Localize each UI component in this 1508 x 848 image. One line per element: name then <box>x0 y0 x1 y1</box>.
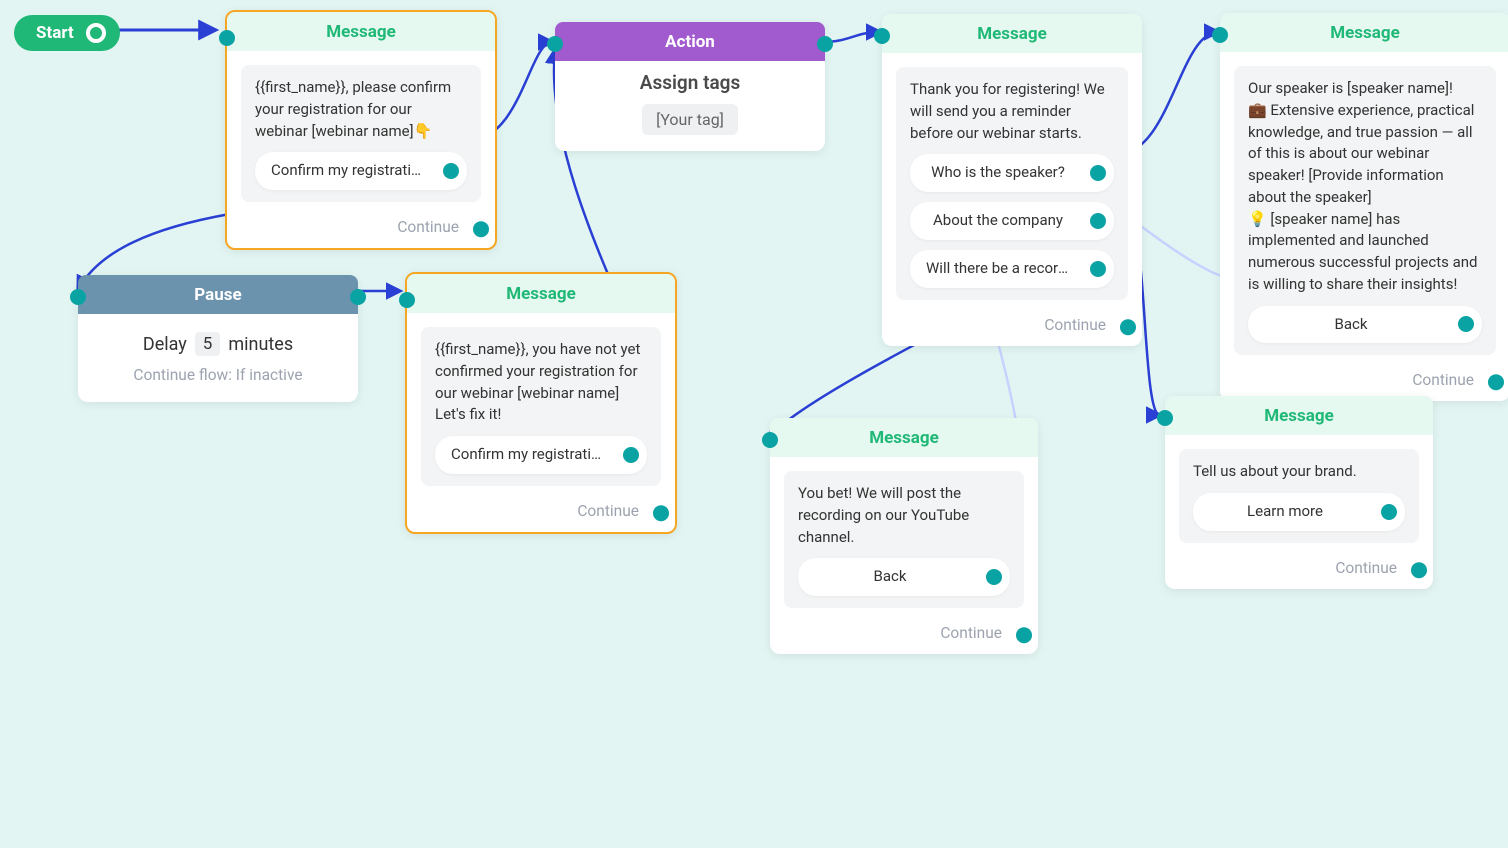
quick-reply-label: Learn more <box>1247 502 1323 520</box>
pause-condition: Continue flow: If inactive <box>88 366 348 384</box>
quick-reply-label: Back <box>874 567 907 585</box>
input-port[interactable] <box>547 36 563 52</box>
message-node-recording[interactable]: Message You bet! We will post the record… <box>770 418 1038 654</box>
quick-reply-back[interactable]: Back <box>1248 306 1482 344</box>
quick-reply-label: Will there be a recording? <box>926 259 1094 277</box>
continue-branch[interactable]: Continue <box>770 618 1030 654</box>
message-text: {{first_name}}, please confirm your regi… <box>255 77 467 142</box>
continue-branch[interactable]: Continue <box>407 496 667 532</box>
output-port[interactable] <box>473 221 489 237</box>
tag-chip[interactable]: [Your tag] <box>642 104 738 135</box>
node-header: Action <box>555 22 825 61</box>
quick-reply-label: Confirm my registration ... <box>451 445 623 463</box>
output-port[interactable] <box>653 505 669 521</box>
message-text: Thank you for registering! We will send … <box>910 79 1114 144</box>
node-header: Message <box>407 274 675 313</box>
quick-reply-label: Confirm my registration ... <box>271 161 443 179</box>
input-port[interactable] <box>762 432 778 448</box>
pause-node[interactable]: Pause Delay 5 minutes Continue flow: If … <box>78 275 358 402</box>
output-port[interactable] <box>817 36 833 52</box>
message-node-confirm[interactable]: Message {{first_name}}, please confirm y… <box>225 10 497 250</box>
output-port[interactable] <box>1090 213 1106 229</box>
message-text: Tell us about your brand. <box>1193 461 1405 483</box>
delay-value[interactable]: 5 <box>195 332 221 356</box>
message-text: You bet! We will post the recording on o… <box>798 483 1010 548</box>
node-header: Message <box>1220 13 1508 52</box>
continue-branch[interactable]: Continue <box>227 212 487 248</box>
input-port[interactable] <box>70 289 86 305</box>
node-header: Message <box>770 418 1038 457</box>
message-node-reminder[interactable]: Message {{first_name}}, you have not yet… <box>405 272 677 534</box>
node-header: Pause <box>78 275 358 314</box>
delay-word: Delay <box>143 334 187 355</box>
node-header: Message <box>882 14 1142 53</box>
quick-reply-speaker[interactable]: Who is the speaker? <box>910 154 1114 192</box>
continue-branch[interactable]: Continue <box>882 310 1134 346</box>
message-node-speaker[interactable]: Message Our speaker is [speaker name]! 💼… <box>1220 13 1508 401</box>
output-port[interactable] <box>1120 319 1136 335</box>
output-port[interactable] <box>1488 374 1504 390</box>
continue-label: Continue <box>1044 316 1106 334</box>
start-label: Start <box>36 23 74 43</box>
quick-reply-label: Back <box>1335 315 1368 333</box>
node-header: Message <box>1165 396 1433 435</box>
output-port[interactable] <box>1016 627 1032 643</box>
start-output-port[interactable] <box>86 23 106 43</box>
output-port[interactable] <box>1458 316 1474 332</box>
continue-branch[interactable]: Continue <box>1165 553 1425 589</box>
output-port[interactable] <box>443 163 459 179</box>
continue-label: Continue <box>940 624 1002 642</box>
quick-reply-learn-more[interactable]: Learn more <box>1193 493 1405 531</box>
input-port[interactable] <box>874 28 890 44</box>
output-port[interactable] <box>1090 165 1106 181</box>
node-header: Message <box>227 12 495 51</box>
quick-reply-label: Who is the speaker? <box>931 163 1065 181</box>
input-port[interactable] <box>219 30 235 46</box>
quick-reply-confirm[interactable]: Confirm my registration ... <box>435 436 647 474</box>
quick-reply-confirm[interactable]: Confirm my registration ... <box>255 152 467 190</box>
start-node[interactable]: Start <box>14 15 120 51</box>
quick-reply-back[interactable]: Back <box>798 558 1010 596</box>
output-port[interactable] <box>350 289 366 305</box>
output-port[interactable] <box>1411 562 1427 578</box>
message-text: Our speaker is [speaker name]! 💼 Extensi… <box>1248 78 1482 296</box>
message-node-thanks[interactable]: Message Thank you for registering! We wi… <box>882 14 1142 346</box>
action-title: Assign tags <box>555 71 825 94</box>
message-text: {{first_name}}, you have not yet confirm… <box>435 339 647 426</box>
delay-unit: minutes <box>228 334 293 355</box>
quick-reply-recording[interactable]: Will there be a recording? <box>910 250 1114 288</box>
input-port[interactable] <box>1212 27 1228 43</box>
continue-label: Continue <box>1412 371 1474 389</box>
quick-reply-label: About the company <box>933 211 1063 229</box>
quick-reply-company[interactable]: About the company <box>910 202 1114 240</box>
output-port[interactable] <box>623 447 639 463</box>
continue-label: Continue <box>1335 559 1397 577</box>
input-port[interactable] <box>1157 410 1173 426</box>
output-port[interactable] <box>986 569 1002 585</box>
output-port[interactable] <box>1090 261 1106 277</box>
continue-label: Continue <box>577 502 639 520</box>
action-node-assign-tags[interactable]: Action Assign tags [Your tag] <box>555 22 825 151</box>
message-node-brand[interactable]: Message Tell us about your brand. Learn … <box>1165 396 1433 589</box>
input-port[interactable] <box>399 292 415 308</box>
continue-label: Continue <box>397 218 459 236</box>
output-port[interactable] <box>1381 504 1397 520</box>
